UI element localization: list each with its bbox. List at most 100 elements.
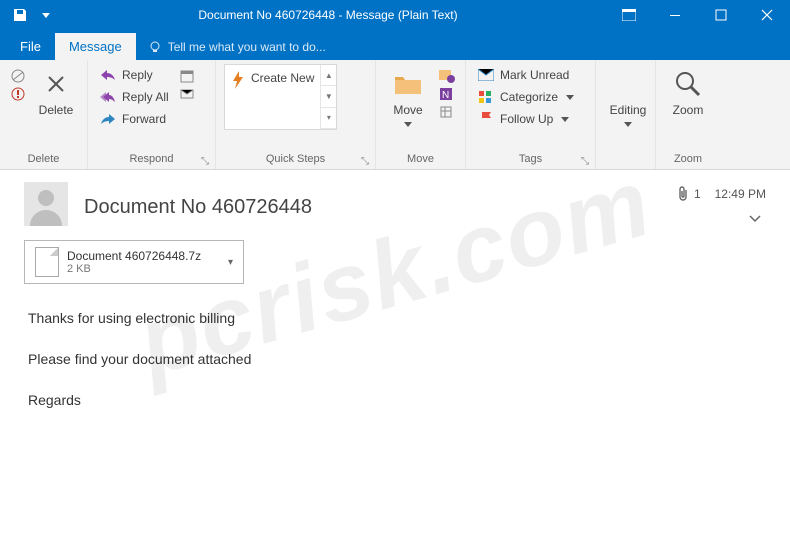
group-respond: Reply Reply All Forward Respond ⤡ <box>88 60 216 169</box>
mark-unread-button[interactable]: Mark Unread <box>474 64 578 86</box>
group-delete: Delete Delete <box>0 60 88 169</box>
gallery-up-icon[interactable]: ▲ <box>321 65 336 86</box>
lightbulb-icon <box>148 40 162 54</box>
paperclip-icon <box>676 186 690 202</box>
editing-button[interactable]: Editing <box>604 64 652 130</box>
gallery-more-icon[interactable]: ▾ <box>321 108 336 129</box>
quick-step-create-new[interactable]: Create New <box>225 65 320 129</box>
group-move: Move N Move <box>376 60 466 169</box>
reply-all-button[interactable]: Reply All <box>96 86 173 108</box>
message-meta: 1 12:49 PM <box>676 186 766 202</box>
move-folder-icon <box>392 68 424 100</box>
message-header: Document No 460726448 1 12:49 PM <box>0 170 790 234</box>
body-line-3: Regards <box>28 390 762 411</box>
attachment-indicator: 1 <box>676 186 701 202</box>
reply-all-label: Reply All <box>122 90 169 104</box>
actions-icon[interactable] <box>438 104 456 120</box>
window-controls <box>606 0 790 30</box>
categorize-label: Categorize <box>500 90 558 104</box>
sender-avatar <box>24 182 68 226</box>
respond-side-buttons <box>177 64 197 106</box>
lightning-icon <box>231 71 245 89</box>
tell-me-placeholder: Tell me what you want to do... <box>168 40 326 54</box>
window-title: Document No 460726448 - Message (Plain T… <box>50 8 606 22</box>
reply-icon <box>100 67 116 83</box>
body-line-1: Thanks for using electronic billing <box>28 308 762 329</box>
reply-button[interactable]: Reply <box>96 64 173 86</box>
group-quick-steps: Create New ▲ ▼ ▾ Quick Steps ⤡ <box>216 60 376 169</box>
move-label: Move <box>393 104 422 130</box>
received-time: 12:49 PM <box>715 187 766 201</box>
group-editing: Editing Editing <box>596 60 656 169</box>
forward-icon <box>100 111 116 127</box>
body-line-2: Please find your document attached <box>28 349 762 370</box>
move-button[interactable]: Move <box>384 64 432 130</box>
close-button[interactable] <box>744 0 790 30</box>
quick-access-toolbar <box>0 7 50 23</box>
delete-label: Delete <box>39 104 74 117</box>
categorize-button[interactable]: Categorize <box>474 86 578 108</box>
tell-me-search[interactable]: Tell me what you want to do... <box>136 34 338 60</box>
group-label-zoom: Zoom <box>664 153 712 167</box>
tab-message[interactable]: Message <box>55 33 136 60</box>
attachment-count: 1 <box>694 187 701 201</box>
editing-label: Editing <box>610 104 647 130</box>
reply-label: Reply <box>122 68 153 82</box>
attachment-area: Document 460726448.7z 2 KB ▾ <box>0 234 790 298</box>
follow-up-button[interactable]: Follow Up <box>474 108 578 130</box>
save-icon[interactable] <box>12 7 28 23</box>
group-label-delete: Delete <box>8 153 79 167</box>
file-icon <box>35 247 59 277</box>
quick-steps-scroll: ▲ ▼ ▾ <box>320 65 336 129</box>
move-side-buttons: N <box>436 64 458 124</box>
attachment-filesize: 2 KB <box>67 263 201 275</box>
flag-icon <box>478 111 494 127</box>
minimize-button[interactable] <box>652 0 698 30</box>
group-label-quicksteps: Quick Steps <box>224 153 367 167</box>
attachment-info: Document 460726448.7z 2 KB <box>67 249 201 275</box>
svg-text:N: N <box>442 90 449 101</box>
reply-all-icon <box>100 89 116 105</box>
group-tags: Mark Unread Categorize Follow Up Tags ⤡ <box>466 60 596 169</box>
junk-icon[interactable] <box>10 86 26 102</box>
qat-dropdown-icon[interactable] <box>42 11 50 19</box>
ribbon: Delete Delete Reply Reply All Forward Re… <box>0 60 790 170</box>
zoom-label: Zoom <box>673 104 704 117</box>
tags-dialog-launcher-icon[interactable]: ⤡ <box>581 156 591 166</box>
create-new-label: Create New <box>251 71 314 85</box>
message-body: Thanks for using electronic billing Plea… <box>0 298 790 441</box>
delete-icon <box>40 68 72 100</box>
delete-button[interactable]: Delete <box>32 64 80 117</box>
more-respond-icon[interactable] <box>179 86 195 102</box>
editing-icon <box>612 68 644 100</box>
group-label-respond: Respond <box>96 153 207 167</box>
quick-steps-gallery[interactable]: Create New ▲ ▼ ▾ <box>224 64 337 130</box>
attachment-dropdown-icon[interactable]: ▾ <box>228 257 233 268</box>
rules-icon[interactable] <box>438 68 456 84</box>
zoom-icon <box>672 68 704 100</box>
title-bar: Document No 460726448 - Message (Plain T… <box>0 0 790 30</box>
zoom-button[interactable]: Zoom <box>664 64 712 117</box>
respond-dialog-launcher-icon[interactable]: ⤡ <box>201 156 211 166</box>
gallery-down-icon[interactable]: ▼ <box>321 86 336 107</box>
forward-label: Forward <box>122 112 166 126</box>
forward-button[interactable]: Forward <box>96 108 173 130</box>
group-label-move: Move <box>384 153 457 167</box>
tab-file[interactable]: File <box>6 33 55 60</box>
ribbon-display-options-button[interactable] <box>606 0 652 30</box>
maximize-button[interactable] <box>698 0 744 30</box>
follow-up-label: Follow Up <box>500 112 553 126</box>
attachment-item[interactable]: Document 460726448.7z 2 KB ▾ <box>24 240 244 284</box>
envelope-icon <box>478 67 494 83</box>
ignore-icon[interactable] <box>10 68 26 84</box>
mark-unread-label: Mark Unread <box>500 68 569 82</box>
meeting-icon[interactable] <box>179 68 195 84</box>
email-subject: Document No 460726448 <box>84 196 312 219</box>
delete-side-buttons <box>8 64 28 106</box>
ribbon-tabs: File Message Tell me what you want to do… <box>0 30 790 60</box>
quicksteps-dialog-launcher-icon[interactable]: ⤡ <box>361 156 371 166</box>
group-label-tags: Tags <box>474 153 587 167</box>
onenote-icon[interactable]: N <box>438 86 456 102</box>
expand-header-icon[interactable] <box>748 214 762 224</box>
categorize-icon <box>478 89 494 105</box>
